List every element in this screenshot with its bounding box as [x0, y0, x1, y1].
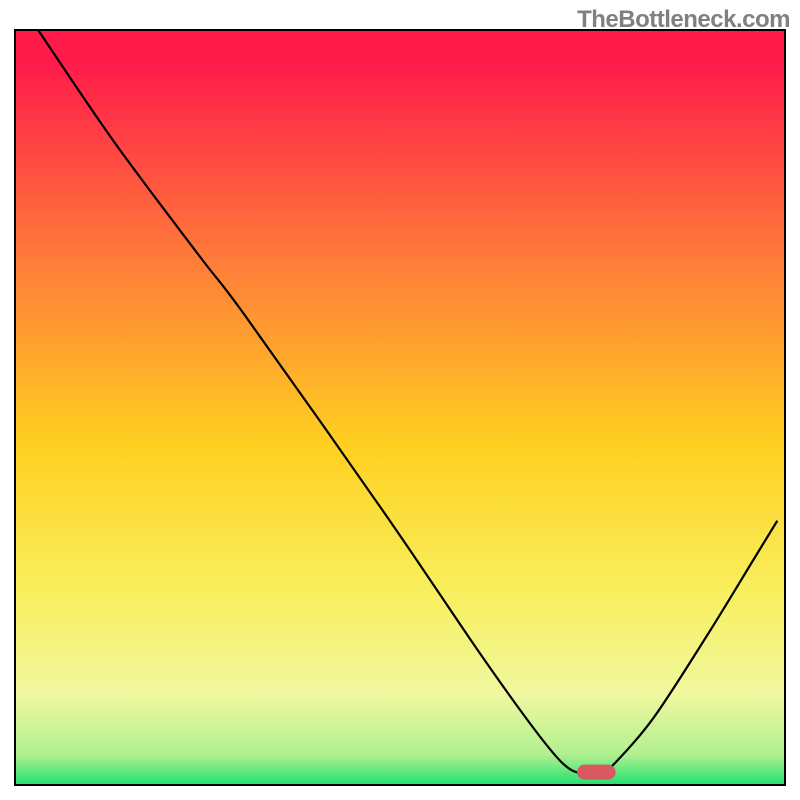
- chart-container: TheBottleneck.com: [0, 0, 800, 800]
- watermark-text: TheBottleneck.com: [577, 6, 790, 34]
- optimal-marker: [577, 765, 616, 780]
- bottleneck-chart: [0, 0, 800, 800]
- gradient-background: [15, 30, 785, 785]
